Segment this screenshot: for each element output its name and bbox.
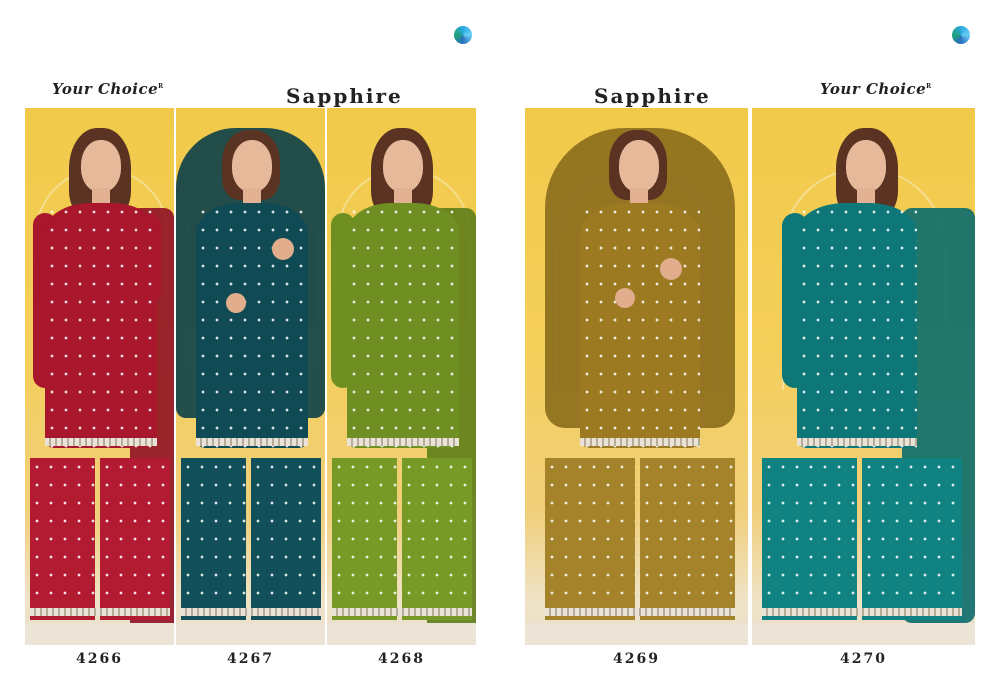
brand-logo-icon (454, 26, 472, 44)
product-code-4269: 4269 (613, 651, 660, 667)
product-photo-4269 (525, 108, 748, 645)
product-photo-4268 (327, 108, 476, 645)
product-code-4266: 4266 (76, 651, 123, 667)
brand-logo-icon (952, 26, 970, 44)
product-photo-4270 (752, 108, 975, 645)
product-photo-4266 (25, 108, 174, 645)
product-code-4268: 4268 (378, 651, 425, 667)
product-code-4267: 4267 (227, 651, 274, 667)
collection-title-left: Sapphire (286, 84, 403, 108)
brand-logo-left: Your ChoiceR (52, 80, 164, 98)
collection-title-right: Sapphire (594, 84, 711, 108)
product-photo-4267 (176, 108, 325, 645)
brand-logo-right: Your ChoiceR (820, 80, 932, 98)
product-code-4270: 4270 (840, 651, 887, 667)
